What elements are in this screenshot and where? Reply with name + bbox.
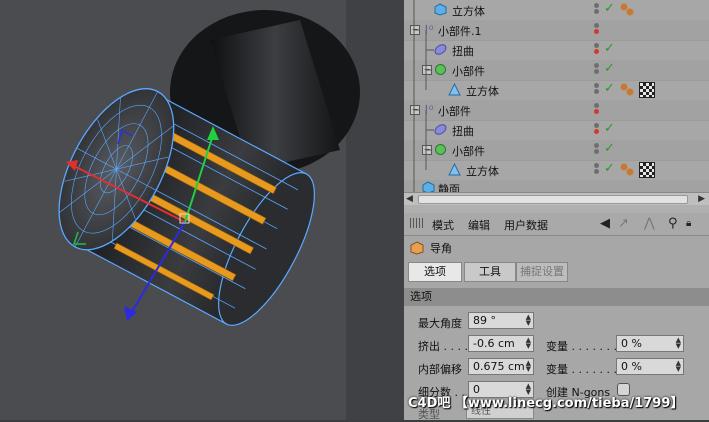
scrollbar-thumb[interactable]: [418, 195, 688, 204]
attribute-menubar: 模式 编辑 用户数据 ◀ ↗ ⋀ ⚲ 🔒︎: [404, 213, 709, 236]
tree-row-label: 立方体: [466, 165, 499, 178]
visibility-dots[interactable]: [594, 143, 600, 155]
material-tag-icon[interactable]: [619, 82, 635, 98]
section-header: 选项: [404, 288, 709, 306]
visibility-dots[interactable]: [594, 83, 600, 95]
variance2-field[interactable]: 0 % ▲ ▼: [616, 358, 684, 375]
spinner-icon: ▲ ▼: [525, 359, 531, 373]
visibility-dots[interactable]: [594, 3, 600, 15]
menu-mode[interactable]: 模式: [432, 217, 454, 233]
tree-row[interactable]: − 小部件 ✓: [404, 60, 709, 81]
visibility-dots[interactable]: [594, 63, 600, 75]
tab-tool[interactable]: 工具: [464, 262, 516, 282]
extrude-label: 挤出 . . . .: [418, 340, 468, 353]
enabled-check-icon[interactable]: ✓: [604, 41, 615, 56]
tree-row[interactable]: 立方体 ✓: [404, 80, 709, 101]
attribute-manager: 模式 编辑 用户数据 ◀ ↗ ⋀ ⚲ 🔒︎ 导角 选项 工具 捕捉设置 选项 最…: [404, 205, 709, 421]
menu-edit[interactable]: 编辑: [468, 217, 490, 233]
visibility-dots[interactable]: [594, 163, 600, 175]
watermark-text: C4D吧 【www.lineсg.com/tieba/1799】: [408, 396, 684, 411]
scroll-right-icon[interactable]: ▶: [698, 194, 705, 204]
tree-row-label: 立方体: [466, 85, 499, 98]
tree-row-label: 小部件: [452, 65, 485, 78]
horizontal-scrollbar[interactable]: ◀ ▶: [404, 192, 709, 205]
tree-row[interactable]: 立方体 ✓: [404, 160, 709, 181]
enabled-check-icon[interactable]: ✓: [604, 1, 615, 16]
enabled-check-icon[interactable]: ✓: [604, 141, 615, 156]
tree-row-label: 小部件.1: [438, 25, 482, 38]
cube-icon: [448, 82, 461, 96]
cube-icon: [448, 162, 461, 176]
visibility-dots[interactable]: [594, 123, 600, 135]
lock-icon[interactable]: 🔒︎: [686, 218, 691, 229]
tree-row-label: 立方体: [452, 5, 485, 18]
panel-divider: [404, 205, 709, 213]
tree-connector-lines: [413, 0, 434, 192]
spinner-icon: ▲ ▼: [675, 359, 681, 373]
up-arrow-icon[interactable]: ↗: [618, 216, 629, 231]
tree-row-label: 小部件: [452, 145, 485, 158]
visibility-dots[interactable]: [594, 23, 600, 35]
forward-arrow-icon[interactable]: ⋀: [644, 216, 655, 231]
scroll-left-icon[interactable]: ◀: [406, 194, 413, 204]
enabled-check-icon[interactable]: ✓: [604, 61, 615, 76]
3d-viewport[interactable]: [0, 0, 404, 420]
texture-tag-icon[interactable]: [639, 162, 655, 178]
viewport-scene: [58, 10, 360, 326]
tree-row-label: 扭曲: [452, 125, 474, 138]
spinner-icon: ▲ ▼: [525, 313, 531, 327]
enabled-check-icon[interactable]: ✓: [604, 121, 615, 136]
object-type-title: 导角: [410, 240, 452, 256]
material-tag-icon[interactable]: [619, 2, 635, 18]
tab-options[interactable]: 选项: [408, 262, 462, 282]
spinner-icon: ▲ ▼: [675, 336, 681, 350]
back-arrow-icon[interactable]: ◀: [600, 216, 610, 231]
tree-row[interactable]: − 小部件 ✓: [404, 140, 709, 161]
inner-offset-field[interactable]: 0.675 cm ▲ ▼: [468, 358, 534, 375]
variance1-label: 变量 . . . . . . . .: [546, 340, 624, 353]
enabled-check-icon[interactable]: ✓: [604, 161, 615, 176]
tree-row-label: 扭曲: [452, 45, 474, 58]
extrude-field[interactable]: -0.6 cm ▲ ▼: [468, 335, 534, 352]
texture-tag-icon[interactable]: [639, 82, 655, 98]
material-tag-icon[interactable]: [619, 162, 635, 178]
tree-row[interactable]: − !⁰ 小部件: [404, 100, 709, 121]
visibility-dots[interactable]: [594, 43, 600, 55]
search-icon[interactable]: ⚲: [668, 216, 678, 231]
variance2-label: 变量 . . . . . . . .: [546, 363, 624, 376]
bevel-tool-icon: [410, 241, 424, 255]
tree-row[interactable]: 扭曲 ✓: [404, 120, 709, 141]
tab-snap-settings[interactable]: 捕捉设置: [516, 262, 568, 282]
max-angle-label: 最大角度: [418, 317, 462, 330]
grip-handle-icon[interactable]: [410, 218, 424, 228]
tree-row[interactable]: 立方体 ✓: [404, 0, 709, 21]
object-manager[interactable]: 立方体 ✓ − !⁰ 小部件.1 扭曲 ✓ − 小部件 ✓ 立方体 ✓ − !⁰…: [404, 0, 709, 200]
visibility-dots[interactable]: [594, 103, 600, 115]
enabled-check-icon[interactable]: ✓: [604, 81, 615, 96]
variance1-field[interactable]: 0 % ▲ ▼: [616, 335, 684, 352]
menu-user-data[interactable]: 用户数据: [504, 217, 548, 233]
inner-offset-label: 内部偏移: [418, 363, 462, 376]
object-type-label: 导角: [430, 242, 452, 255]
tree-row[interactable]: 扭曲 ✓: [404, 40, 709, 61]
tree-row[interactable]: − !⁰ 小部件.1: [404, 20, 709, 41]
spinner-icon: ▲ ▼: [525, 336, 531, 350]
max-angle-field[interactable]: 89 ° ▲ ▼: [468, 312, 534, 329]
